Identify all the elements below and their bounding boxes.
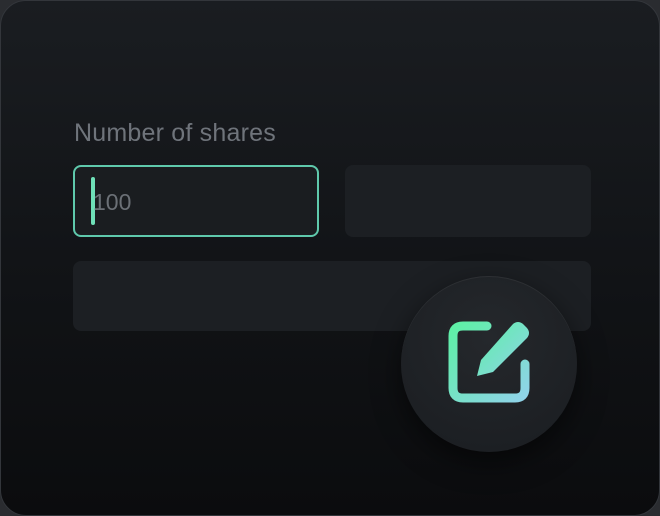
skeleton-field-right [345,165,591,237]
shares-input-value: 100 [93,189,132,215]
edit-icon [448,321,530,403]
shares-input[interactable]: 100 [73,165,319,237]
shares-field-label: Number of shares [74,119,276,147]
shares-card: Number of shares 100 [0,0,660,516]
edit-button[interactable] [401,276,577,452]
